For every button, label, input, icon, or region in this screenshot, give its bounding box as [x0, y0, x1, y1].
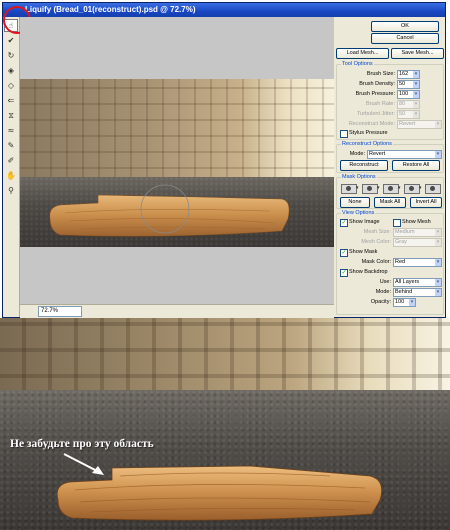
- backdrop-mode-select[interactable]: Behind ▾: [393, 288, 442, 297]
- load-mesh-button[interactable]: Load Mesh...: [336, 48, 389, 59]
- mask-color-label: Mask Color:: [361, 259, 391, 265]
- zoom-level[interactable]: 72.7%: [38, 306, 82, 317]
- mask-options-group: Mask Options ▾ ▾ ▾ ▾ None Mask All Inver…: [336, 174, 444, 209]
- twirl-icon[interactable]: ↻: [4, 49, 18, 62]
- opacity-label: Opacity:: [370, 299, 391, 305]
- tool-options-group: Tool Options Brush Size: 162 ▾ Brush Dens…: [336, 61, 444, 140]
- cancel-button[interactable]: Cancel: [371, 33, 439, 44]
- brush-density-field[interactable]: 50 ▾: [397, 80, 420, 89]
- liquify-window: Liquify (Bread_01(reconstruct).psd @ 72.…: [2, 2, 446, 318]
- brush-rate-field: 80 ▾: [397, 100, 420, 109]
- freeze-mask-icon[interactable]: ✎: [4, 139, 18, 152]
- reconstruct-mode-select: Revert ▾: [397, 120, 442, 129]
- replace-selection-icon[interactable]: [341, 184, 357, 194]
- ok-button[interactable]: OK: [371, 21, 439, 32]
- reconstruct-button[interactable]: Reconstruct: [340, 160, 388, 171]
- brush-pressure-field[interactable]: 100 ▾: [397, 90, 420, 99]
- status-bar: 72.7%: [20, 304, 334, 318]
- show-mesh-label: Show Mesh: [402, 219, 431, 225]
- backdrop-mode-label: Mode:: [375, 289, 391, 295]
- subtract-selection-icon[interactable]: [383, 184, 399, 194]
- mirror-icon[interactable]: ⧖: [4, 109, 18, 122]
- add-to-selection-icon[interactable]: [362, 184, 378, 194]
- tools-panel: ☝ ✔ ↻ ◈ ◇ ⇐ ⧖ ≈ ✎ ✐ ✋ ⚲: [3, 17, 20, 317]
- mesh-size-label: Mesh Size:: [363, 229, 391, 235]
- show-backdrop-checkbox[interactable]: ✓: [340, 269, 348, 277]
- opacity-field[interactable]: 100 ▾: [393, 298, 416, 307]
- show-backdrop-label: Show Backdrop: [349, 269, 388, 275]
- mask-all-button[interactable]: Mask All: [374, 197, 406, 208]
- invert-selection-icon[interactable]: [425, 184, 441, 194]
- thaw-mask-icon[interactable]: ✐: [4, 154, 18, 167]
- result-photo: Не забудьте про эту область: [0, 318, 450, 530]
- use-select[interactable]: All Layers ▾: [393, 278, 442, 287]
- bread-image: [49, 184, 290, 237]
- reconstruct-options-group: Reconstruct Options Mode: Revert ▾ Recons…: [336, 141, 444, 173]
- brush-density-label: Brush Density:: [359, 81, 395, 87]
- bread-photo: [56, 453, 383, 521]
- none-button[interactable]: None: [340, 197, 370, 208]
- brush-size-label: Brush Size:: [366, 71, 395, 77]
- reconstruct-mode-dropdown[interactable]: Revert ▾: [367, 150, 442, 159]
- use-label: Use:: [379, 279, 391, 285]
- zoom-icon[interactable]: ⚲: [4, 184, 18, 197]
- save-mesh-button[interactable]: Save Mesh...: [391, 48, 444, 59]
- hand-icon[interactable]: ✋: [4, 169, 18, 182]
- mask-color-select[interactable]: Red ▾: [393, 258, 442, 267]
- restore-all-button[interactable]: Restore All: [392, 160, 440, 171]
- brush-pressure-label: Brush Pressure:: [355, 91, 395, 97]
- mask-options-title: Mask Options: [341, 174, 377, 181]
- annotation-text: Не забудьте про эту область: [10, 438, 154, 450]
- show-mask-label: Show Mask: [349, 249, 378, 255]
- mesh-size-select: Medium ▾: [393, 228, 442, 237]
- mesh-color-select: Gray ▾: [393, 238, 442, 247]
- turbulent-jitter-field: 50 ▾: [397, 110, 420, 119]
- tool-options-title: Tool Options: [341, 61, 374, 68]
- push-left-icon[interactable]: ⇐: [4, 94, 18, 107]
- show-image-checkbox[interactable]: ✓: [340, 219, 348, 227]
- bloat-icon[interactable]: ◇: [4, 79, 18, 92]
- brush-rate-label: Brush Rate:: [365, 101, 395, 107]
- show-mesh-checkbox[interactable]: [393, 219, 401, 227]
- intersect-selection-icon[interactable]: [404, 184, 420, 194]
- preview-image: [20, 79, 334, 247]
- window-title: Liquify (Bread_01(reconstruct).psd @ 72.…: [3, 3, 445, 17]
- turbulence-icon[interactable]: ≈: [4, 124, 18, 137]
- stylus-pressure-checkbox[interactable]: [340, 130, 348, 138]
- reconstruct-icon[interactable]: ✔: [4, 34, 18, 47]
- options-panel: OK Cancel Load Mesh... Save Mesh... Tool…: [334, 17, 445, 317]
- show-mask-checkbox[interactable]: ✓: [340, 249, 348, 257]
- pucker-icon[interactable]: ◈: [4, 64, 18, 77]
- view-options-title: View Options: [341, 210, 376, 217]
- brush-size-field[interactable]: 162 ▾: [397, 70, 420, 79]
- mesh-color-label: Mesh Color:: [361, 239, 391, 245]
- show-image-label: Show Image: [349, 219, 380, 225]
- preview-canvas[interactable]: [20, 17, 334, 304]
- reconstruct-mode-label: Reconstruct Mode:: [348, 121, 395, 127]
- reconstruct-mode-label: Mode:: [349, 151, 365, 157]
- invert-all-button[interactable]: Invert All: [410, 197, 442, 208]
- reconstruct-options-title: Reconstruct Options: [341, 141, 393, 148]
- view-options-group: View Options ✓ Show Image Show Mesh Mesh…: [336, 210, 444, 315]
- stylus-pressure-label: Stylus Pressure: [349, 130, 388, 136]
- turbulent-jitter-label: Turbulent Jitter:: [356, 111, 395, 117]
